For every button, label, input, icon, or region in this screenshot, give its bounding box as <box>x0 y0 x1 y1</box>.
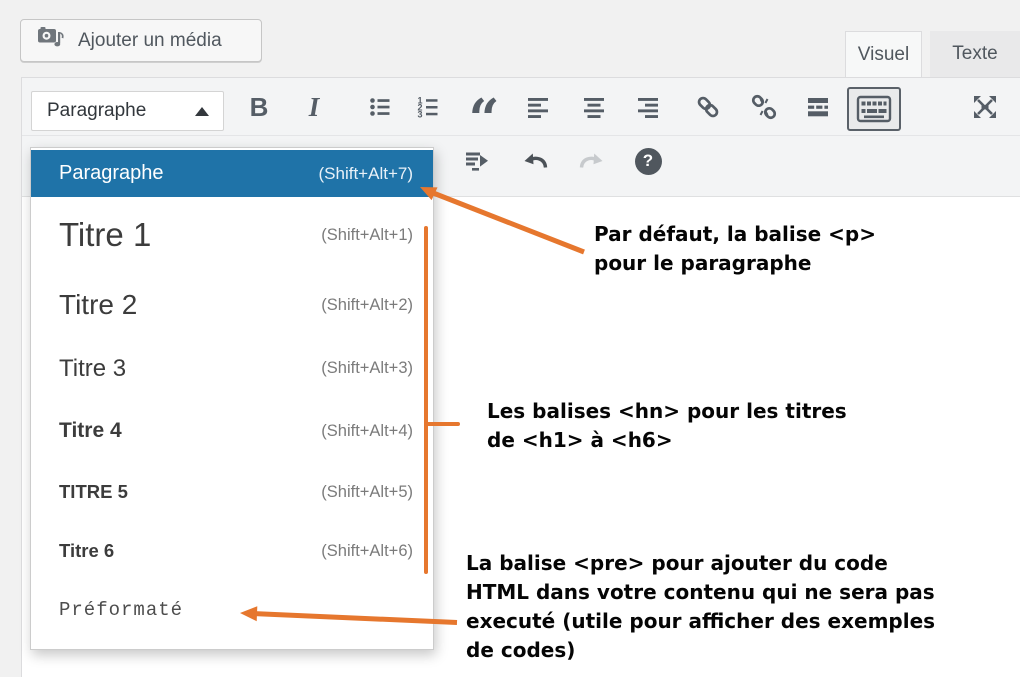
indent-button[interactable] <box>454 141 498 181</box>
annotation-paragraph-note: Par défaut, la balise <p> pour le paragr… <box>594 220 876 278</box>
dropdown-item-heading3[interactable]: Titre 3 (Shift+Alt+3) <box>31 337 433 400</box>
dropdown-item-preformatted[interactable]: Préformaté <box>31 580 433 640</box>
help-icon: ? <box>635 148 662 175</box>
dropdown-item-shortcut: (Shift+Alt+6) <box>321 542 413 561</box>
tab-visual[interactable]: Visuel <box>845 31 922 77</box>
format-select-value: Paragraphe <box>47 100 146 122</box>
dropdown-item-shortcut: (Shift+Alt+3) <box>321 359 413 378</box>
blockquote-icon: “ <box>468 87 499 127</box>
redo-button[interactable] <box>569 141 613 181</box>
italic-button[interactable]: I <box>292 87 336 127</box>
svg-text:3: 3 <box>418 110 423 120</box>
dropdown-item-heading2[interactable]: Titre 2 (Shift+Alt+2) <box>31 273 433 337</box>
insert-link-button[interactable] <box>686 87 730 127</box>
caret-up-icon <box>195 107 209 116</box>
align-center-button[interactable] <box>572 87 616 127</box>
media-camera-music-icon <box>37 26 67 56</box>
dropdown-item-heading6[interactable]: Titre 6 (Shift+Alt+6) <box>31 522 433 580</box>
numbered-list-button[interactable]: 1 2 3 <box>407 87 451 127</box>
wordpress-editor-screenshot: Ajouter un média Visuel Texte Paragraphe… <box>0 0 1020 677</box>
dropdown-item-label: Titre 3 <box>59 355 126 383</box>
format-select[interactable]: Paragraphe <box>31 91 224 131</box>
fullscreen-button[interactable] <box>963 87 1007 127</box>
dropdown-item-label: Titre 1 <box>59 216 151 254</box>
dropdown-item-paragraph[interactable]: Paragraphe (Shift+Alt+7) <box>31 150 433 197</box>
italic-icon: I <box>309 92 320 123</box>
format-dropdown-panel: Paragraphe (Shift+Alt+7) Titre 1 (Shift+… <box>30 147 434 650</box>
dropdown-item-shortcut: (Shift+Alt+7) <box>319 164 414 184</box>
dropdown-item-label: TITRE 5 <box>59 481 128 503</box>
dropdown-item-heading4[interactable]: Titre 4 (Shift+Alt+4) <box>31 400 433 462</box>
dropdown-item-label: Préformaté <box>59 599 183 621</box>
fullscreen-icon <box>970 92 1000 122</box>
align-left-icon <box>525 94 551 120</box>
align-right-button[interactable] <box>626 87 670 127</box>
bold-button[interactable]: B <box>237 87 281 127</box>
annotation-preformatted-note: La balise <pre> pour ajouter du code HTM… <box>466 549 935 665</box>
dropdown-item-label: Paragraphe <box>59 162 164 185</box>
dropdown-item-shortcut: (Shift+Alt+5) <box>321 483 413 502</box>
keyboard-icon <box>856 95 892 123</box>
read-more-tag-button[interactable] <box>796 87 840 127</box>
dropdown-item-label: Titre 2 <box>59 289 137 321</box>
align-center-icon <box>581 94 607 120</box>
dropdown-item-shortcut: (Shift+Alt+2) <box>321 296 413 315</box>
bold-icon: B <box>250 92 269 123</box>
undo-button[interactable] <box>514 141 558 181</box>
dropdown-item-shortcut: (Shift+Alt+1) <box>321 226 413 245</box>
align-right-icon <box>635 94 661 120</box>
dropdown-item-label: Titre 6 <box>59 540 114 562</box>
remove-link-button[interactable] <box>742 87 786 127</box>
dropdown-item-label: Titre 4 <box>59 419 122 443</box>
more-tag-icon <box>805 93 831 121</box>
dropdown-item-heading1[interactable]: Titre 1 (Shift+Alt+1) <box>31 197 433 273</box>
tab-visual-label: Visuel <box>858 44 909 66</box>
add-media-label: Ajouter un média <box>78 30 222 52</box>
numbered-list-icon: 1 2 3 <box>416 94 442 120</box>
bullet-list-button[interactable] <box>359 87 403 127</box>
dropdown-item-heading5[interactable]: TITRE 5 (Shift+Alt+5) <box>31 462 433 522</box>
tab-text-label: Texte <box>952 43 997 65</box>
dropdown-item-shortcut: (Shift+Alt+4) <box>321 422 413 441</box>
undo-icon <box>522 148 550 174</box>
blockquote-button[interactable]: “ <box>462 87 506 127</box>
annotation-headings-note: Les balises <hn> pour les titres de <h1>… <box>487 397 847 455</box>
add-media-button[interactable]: Ajouter un média <box>20 19 262 62</box>
unlink-icon <box>750 93 778 121</box>
align-left-button[interactable] <box>516 87 560 127</box>
toolbar-toggle-button[interactable] <box>847 87 901 131</box>
link-icon <box>694 93 722 121</box>
help-button[interactable]: ? <box>626 141 670 181</box>
indent-icon <box>463 148 489 174</box>
redo-icon <box>577 148 605 174</box>
bullet-list-icon <box>368 94 394 120</box>
tab-text[interactable]: Texte <box>930 31 1020 77</box>
